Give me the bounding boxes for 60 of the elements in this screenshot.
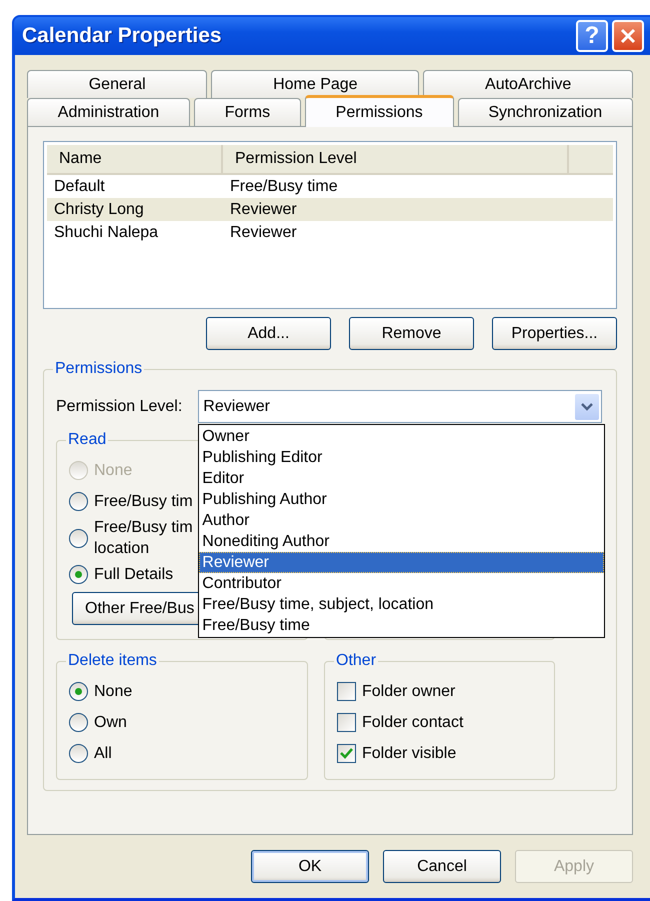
action-button[interactable]: Properties... [492, 317, 617, 350]
radio-button[interactable] [69, 713, 88, 732]
list-row[interactable]: Shuchi Nalepa Reviewer [47, 221, 613, 244]
tab[interactable]: Administration [27, 98, 190, 126]
dropdown-option[interactable]: Publishing Author [199, 489, 604, 510]
window-title: Calendar Properties [22, 24, 223, 48]
tab[interactable]: Synchronization [458, 98, 633, 126]
option-label: None [94, 682, 132, 702]
column-header[interactable]: Permission Level [223, 145, 569, 173]
name-cell-text: Default [53, 178, 106, 196]
tab[interactable]: Forms [194, 98, 301, 126]
option-label: Folder contact [362, 713, 464, 733]
name-cell-text: Christy Long [53, 200, 145, 218]
radio-button[interactable] [69, 565, 88, 584]
radio-button[interactable] [69, 744, 88, 763]
field-label: Permission Level: [56, 397, 182, 417]
group-title: Permissions [54, 360, 144, 378]
option-label: Full Details [94, 565, 174, 585]
dropdown-value: Reviewer [203, 398, 271, 416]
checkbox[interactable] [337, 744, 356, 763]
dropdown-option[interactable]: Owner [199, 426, 604, 447]
level-cell-text: Reviewer [229, 224, 298, 242]
option-label: All [94, 744, 112, 764]
dropdown-option[interactable]: Editor [199, 468, 604, 489]
tab[interactable]: AutoArchive [423, 70, 633, 98]
dropdown-option[interactable]: Nonediting Author [199, 531, 604, 552]
checkbox[interactable] [337, 682, 356, 701]
name-cell-text: Shuchi Nalepa [53, 224, 160, 242]
dropdown-option[interactable]: Reviewer [199, 552, 604, 573]
dropdown-option[interactable]: Contributor [199, 573, 604, 594]
option-label: Free/Busy tim location [94, 518, 193, 559]
dropdown-option[interactable]: Publishing Editor [199, 447, 604, 468]
dropdown-option[interactable]: Author [199, 510, 604, 531]
option-label: Folder visible [362, 744, 456, 764]
tab[interactable]: Permissions [304, 95, 454, 127]
radio-button[interactable] [69, 492, 88, 511]
option-label: None [94, 461, 132, 481]
close-button[interactable] [612, 20, 644, 52]
action-button[interactable]: Add... [206, 317, 331, 350]
group-title: Delete items [67, 652, 158, 670]
option-label: Own [94, 713, 127, 733]
checkbox[interactable] [337, 713, 356, 732]
radio-button[interactable] [69, 682, 88, 701]
level-cell-text: Free/Busy time [229, 178, 339, 196]
action-button[interactable]: Remove [349, 317, 474, 350]
level-cell-text: Reviewer [229, 200, 298, 218]
list-row[interactable]: Christy Long Reviewer [47, 198, 613, 221]
group-title: Read [67, 431, 108, 449]
tab[interactable]: General [27, 70, 208, 98]
option-label: Folder owner [362, 682, 456, 702]
chevron-down-icon[interactable] [575, 394, 599, 420]
radio-button[interactable] [69, 528, 88, 548]
dialog-button[interactable]: OK [251, 850, 369, 883]
column-header[interactable]: Name [47, 145, 223, 173]
option-label: Free/Busy tim [94, 492, 193, 512]
close-icon [619, 27, 637, 45]
group-title: Other [335, 652, 378, 670]
tab[interactable]: Home Page [211, 70, 420, 98]
dialog-button[interactable]: Cancel [383, 850, 501, 883]
list-row[interactable]: Default Free/Busy time [47, 175, 613, 198]
